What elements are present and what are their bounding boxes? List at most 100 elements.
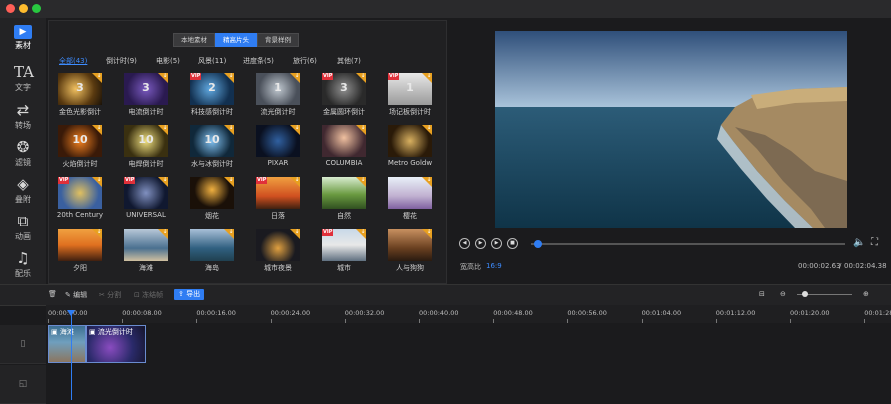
maximize-window-button[interactable] [32, 4, 41, 13]
export-button[interactable]: ⇪ 导出 [174, 289, 205, 300]
template-item[interactable]: ↓ 樱花 [388, 177, 432, 223]
template-item[interactable]: 3 VIP ↓ 金属圆环倒计 [322, 73, 366, 119]
download-icon[interactable]: ↓ [294, 177, 300, 183]
download-icon[interactable]: ↓ [162, 229, 168, 235]
template-item[interactable]: VIP ↓ 日落 [256, 177, 300, 223]
download-icon[interactable]: ↓ [228, 177, 234, 183]
edit-button[interactable]: ✎ 编辑 [65, 290, 87, 300]
aspect-ratio-value[interactable]: 16:9 [486, 262, 502, 270]
minimize-window-button[interactable] [19, 4, 28, 13]
category-movie[interactable]: 电影(5) [156, 56, 180, 66]
tab-backgrounds[interactable]: 背景样例 [257, 33, 299, 47]
sidebar-item-media[interactable]: ▶ 素材 [0, 25, 46, 61]
download-icon[interactable]: ↓ [228, 73, 234, 79]
zoom-slider-handle[interactable] [802, 291, 808, 297]
split-button[interactable]: ✂ 分割 [99, 290, 121, 300]
tab-local-media[interactable]: 本地素材 [173, 33, 215, 47]
template-item[interactable]: 3 ↓ 电流倒计时 [124, 73, 168, 119]
sidebar-item-animation[interactable]: ⧉ 动画 [0, 212, 46, 248]
download-icon[interactable]: ↓ [426, 177, 432, 183]
volume-icon[interactable]: 🔈 [853, 237, 865, 248]
template-item[interactable]: ↓ 人与狗狗 [388, 229, 432, 275]
template-thumbnail[interactable]: ↓ [388, 125, 432, 157]
template-thumbnail[interactable]: ↓ [322, 125, 366, 157]
download-icon[interactable]: ↓ [360, 73, 366, 79]
template-thumbnail[interactable]: ↓ [256, 125, 300, 157]
download-icon[interactable]: ↓ [360, 229, 366, 235]
previous-frame-button[interactable]: ◀ [459, 238, 470, 249]
timeline-clip[interactable]: ▣ 海滩 [48, 325, 86, 363]
template-item[interactable]: VIP ↓ 城市 [322, 229, 366, 275]
playback-progress-track[interactable] [531, 243, 845, 245]
download-icon[interactable]: ↓ [162, 125, 168, 131]
sidebar-item-transition[interactable]: ⇄ 转场 [0, 101, 46, 137]
category-other[interactable]: 其他(7) [337, 56, 361, 66]
template-thumbnail[interactable]: ↓ [388, 177, 432, 209]
template-thumbnail[interactable]: 1 ↓ [256, 73, 300, 105]
download-icon[interactable]: ↓ [426, 73, 432, 79]
category-progress-bar[interactable]: 进度条(5) [243, 56, 274, 66]
template-item[interactable]: 2 VIP ↓ 科技感倒计时 [190, 73, 234, 119]
download-icon[interactable]: ↓ [96, 177, 102, 183]
zoom-in-icon[interactable]: ⊕ [863, 290, 869, 298]
download-icon[interactable]: ↓ [162, 73, 168, 79]
fullscreen-icon[interactable]: ⛶ [871, 237, 878, 248]
template-thumbnail[interactable]: 10 ↓ [124, 125, 168, 157]
download-icon[interactable]: ↓ [96, 73, 102, 79]
download-icon[interactable]: ↓ [228, 229, 234, 235]
playhead[interactable] [71, 313, 72, 400]
download-icon[interactable]: ↓ [360, 125, 366, 131]
category-scenery[interactable]: 风景(11) [198, 56, 226, 66]
download-icon[interactable]: ↓ [426, 125, 432, 131]
template-item[interactable]: ↓ PIXAR [256, 125, 300, 171]
delete-icon[interactable]: 🗑 [48, 290, 57, 298]
sidebar-item-text[interactable]: TA 文字 [0, 63, 46, 99]
template-item[interactable]: 10 ↓ 火焰倒计时 [58, 125, 102, 171]
template-thumbnail[interactable]: 1 VIP ↓ [388, 73, 432, 105]
template-item[interactable]: VIP ↓ 20th Century [57, 177, 103, 223]
category-countdown[interactable]: 倒计时(9) [106, 56, 137, 66]
fit-timeline-icon[interactable]: ⊟ [759, 290, 765, 298]
template-item[interactable]: ↓ 自然 [322, 177, 366, 223]
template-item[interactable]: 1 ↓ 流光倒计时 [256, 73, 300, 119]
template-thumbnail[interactable]: 3 ↓ [124, 73, 168, 105]
template-thumbnail[interactable]: ↓ [190, 177, 234, 209]
download-icon[interactable]: ↓ [294, 229, 300, 235]
template-thumbnail[interactable]: ↓ [256, 229, 300, 261]
template-thumbnail[interactable]: 10 ↓ [58, 125, 102, 157]
template-item[interactable]: VIP ↓ UNIVERSAL [124, 177, 168, 223]
template-item[interactable]: ↓ 海滩 [124, 229, 168, 275]
template-item[interactable]: 10 ↓ 电焊倒计时 [124, 125, 168, 171]
play-button[interactable]: ▶ [475, 238, 486, 249]
download-icon[interactable]: ↓ [162, 177, 168, 183]
category-travel[interactable]: 旅行(6) [293, 56, 317, 66]
close-window-button[interactable] [6, 4, 15, 13]
sidebar-item-filter[interactable]: ❂ 滤镜 [0, 138, 46, 174]
download-icon[interactable]: ↓ [294, 125, 300, 131]
template-thumbnail[interactable]: ↓ [58, 229, 102, 261]
template-thumbnail[interactable]: 2 VIP ↓ [190, 73, 234, 105]
template-thumbnail[interactable]: VIP ↓ [322, 229, 366, 261]
download-icon[interactable]: ↓ [96, 229, 102, 235]
download-icon[interactable]: ↓ [294, 73, 300, 79]
freeze-frame-button[interactable]: ⊡ 冻结帧 [134, 290, 163, 300]
template-thumbnail[interactable]: 10 ↓ [190, 125, 234, 157]
template-item[interactable]: 10 ↓ 水与冰倒计时 [190, 125, 234, 171]
stop-button[interactable]: ■ [507, 238, 518, 249]
template-item[interactable]: ↓ 烟花 [190, 177, 234, 223]
category-all[interactable]: 全部(43) [59, 56, 87, 66]
template-item[interactable]: ↓ COLUMBIA [322, 125, 366, 171]
download-icon[interactable]: ↓ [426, 229, 432, 235]
sidebar-item-music[interactable]: ♫ 配乐 [0, 249, 46, 285]
timeline-ruler[interactable]: 00:00:00.00 00:00:08.00 00:00:16.00 00:00:2… [46, 305, 891, 323]
template-thumbnail[interactable]: 3 VIP ↓ [322, 73, 366, 105]
tab-intros[interactable]: 精高片头 [215, 33, 257, 47]
template-item[interactable]: ↓ 城市夜景 [256, 229, 300, 275]
template-thumbnail[interactable]: VIP ↓ [256, 177, 300, 209]
template-item[interactable]: ↓ 夕阳 [58, 229, 102, 275]
template-thumbnail[interactable]: ↓ [190, 229, 234, 261]
template-thumbnail[interactable]: VIP ↓ [58, 177, 102, 209]
template-thumbnail[interactable]: 3 ↓ [58, 73, 102, 105]
next-frame-button[interactable]: ▶ [491, 238, 502, 249]
template-thumbnail[interactable]: ↓ [124, 229, 168, 261]
